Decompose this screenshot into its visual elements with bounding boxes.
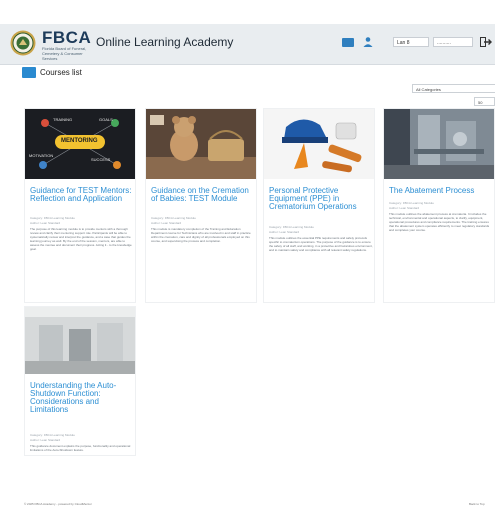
logout-icon[interactable] (480, 37, 492, 47)
thumb-word-mentoring: MENTORING (61, 138, 98, 144)
course-description: This module is mandatory completion of t… (151, 227, 251, 243)
brand-subtitle: Florida Board of Funeral, Cemetery & Con… (42, 46, 87, 61)
category-filter-select[interactable]: All Categories (412, 84, 495, 93)
thumb-word-success: SUCCESS (91, 157, 111, 162)
course-author: Author: Lean Standard (30, 438, 61, 442)
course-description: This module outlines the abatement proce… (389, 212, 490, 232)
course-title[interactable]: Personal Protective Equipment (PPE) in C… (269, 187, 373, 211)
mentoring-diagram-image (39, 119, 121, 169)
course-title[interactable]: Guidance for TEST Mentors: Reflection an… (30, 187, 134, 203)
course-author: Author: Lean Standard (389, 206, 420, 210)
course-card[interactable]: TRAINING MENTORING SUCCESS MOTIVATION GO… (24, 108, 136, 303)
course-author: Author: Lean Standard (269, 230, 300, 234)
course-card[interactable]: The Abatement Process Category: FBCA Lea… (383, 108, 495, 303)
course-author: Author: Lean Standard (151, 221, 182, 225)
app-title: Online Learning Academy (96, 35, 234, 49)
course-category: Category: FBCA Learning Module (30, 433, 75, 437)
user-icon[interactable] (362, 36, 374, 48)
course-thumbnail[interactable] (146, 109, 256, 179)
thumb-word-goals: GOALS (99, 117, 113, 122)
course-description: This guidance document explains the purp… (30, 444, 131, 452)
footer-copyright: © 2025 FBCA Academy - powered by CloudMe… (24, 502, 92, 506)
course-thumbnail[interactable] (264, 109, 374, 179)
course-thumbnail[interactable] (25, 307, 135, 374)
course-title[interactable]: The Abatement Process (389, 187, 493, 195)
course-card[interactable]: Understanding the Auto-Shutdown Function… (24, 306, 136, 456)
ppe-equipment-image (264, 109, 374, 179)
course-title[interactable]: Understanding the Auto-Shutdown Function… (30, 382, 134, 414)
thumb-word-training: TRAINING (53, 117, 73, 122)
user-select[interactable]: Lan 8 (393, 37, 429, 47)
fbca-seal-logo[interactable] (10, 30, 36, 56)
course-thumbnail[interactable] (384, 109, 494, 179)
course-category: Category: FBCA Learning Module (30, 216, 75, 220)
page-title: Courses list (40, 68, 82, 77)
course-category: Category: FBCA Learning Module (151, 216, 196, 220)
user-field[interactable]: .......... (433, 37, 473, 47)
teddy-bear-image (146, 109, 256, 179)
course-card[interactable]: Guidance on the Cremation of Babies: TES… (145, 108, 257, 303)
course-description: The purpose of this learning module is t… (30, 227, 132, 251)
course-author: Author: Lean Standard (30, 221, 61, 225)
page-size-select[interactable]: 50 (474, 97, 495, 106)
course-card[interactable]: Personal Protective Equipment (PPE) in C… (263, 108, 375, 303)
back-to-top-link[interactable]: Back to Top (469, 502, 485, 506)
course-category: Category: FBCA Learning Module (389, 201, 434, 205)
abatement-plant-image (384, 109, 494, 179)
brand-name[interactable]: FBCA (42, 28, 91, 48)
auto-shutdown-room-image (25, 307, 135, 374)
courses-list-icon (22, 67, 36, 78)
course-thumbnail[interactable]: TRAINING MENTORING SUCCESS MOTIVATION GO… (25, 109, 135, 179)
screen-icon[interactable] (342, 38, 354, 47)
course-category: Category: FBCA Learning Module (269, 225, 314, 229)
thumb-word-motivation: MOTIVATION (29, 153, 54, 158)
course-description: This module outlines the essential PPE r… (269, 236, 373, 252)
course-title[interactable]: Guidance on the Cremation of Babies: TES… (151, 187, 255, 203)
